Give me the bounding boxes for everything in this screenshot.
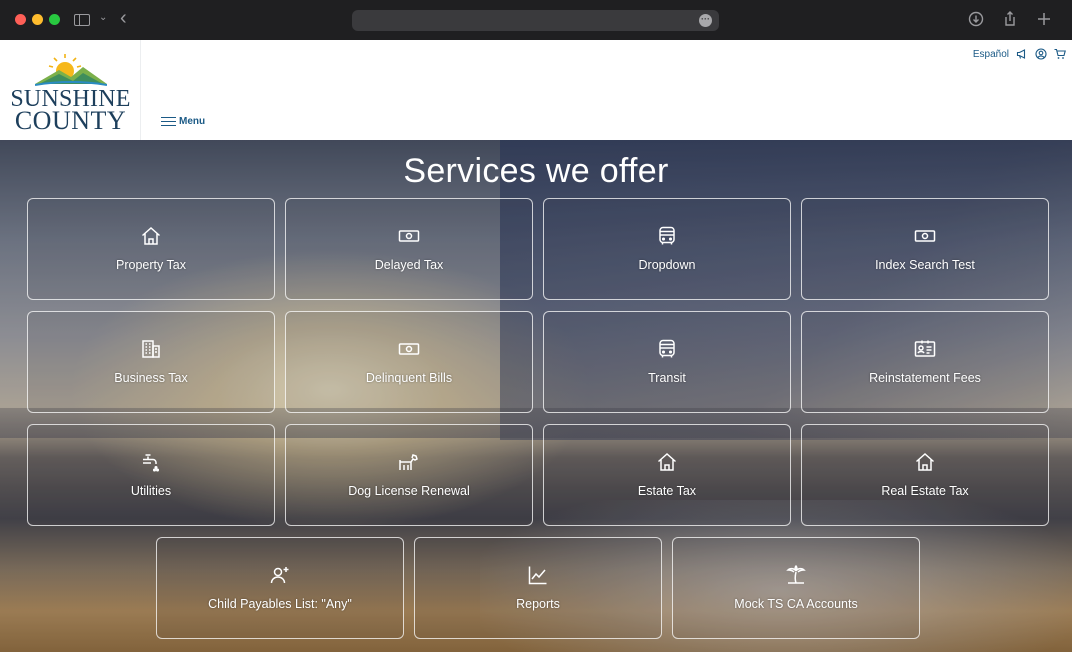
maximize-window-button[interactable] [49,14,60,25]
hamburger-icon [161,117,176,126]
service-card-label: Business Tax [114,371,188,385]
service-card-mock-ts-ca-accounts[interactable]: Mock TS CA Accounts [672,537,920,639]
add-user-icon [270,567,289,584]
service-card-reports[interactable]: Reports [414,537,662,639]
language-link[interactable]: Español [973,49,1009,60]
bus-icon [659,339,675,358]
palm-tree-icon [786,564,806,584]
new-tab-icon[interactable] [1034,9,1054,29]
dog-icon [399,454,418,470]
service-card-label: Property Tax [116,258,186,272]
cash-icon [914,230,936,242]
service-card-child-payables-list[interactable]: Child Payables List: "Any" [156,537,404,639]
sun-mountain-icon [35,54,107,86]
share-icon[interactable] [1000,9,1020,29]
chart-line-icon [528,566,547,585]
cash-icon [398,343,420,355]
service-card-label: Delinquent Bills [365,371,453,385]
service-card-label: Dropdown [638,258,696,272]
utility-links: Español [973,48,1066,60]
faucet-icon [143,454,160,472]
service-card-estate-tax[interactable]: Estate Tax [543,424,791,526]
more-options-icon[interactable]: ··· [699,14,712,27]
id-card-icon [914,340,936,357]
cart-icon[interactable] [1054,48,1066,60]
menu-label: Menu [179,116,206,127]
cash-icon [398,230,420,242]
account-icon[interactable] [1035,48,1047,60]
service-card-reinstatement-fees[interactable]: Reinstatement Fees [801,311,1049,413]
service-card-label: Reports [516,597,560,611]
site-header: SUNSHINE COUNTY Menu Español [0,40,1072,140]
service-card-label: Utilities [130,484,172,498]
hero-section: Services we offer Property Tax Delayed T… [0,140,1072,652]
megaphone-icon[interactable] [1016,48,1028,60]
download-icon[interactable] [966,9,986,29]
house-icon [658,452,676,471]
browser-toolbar: ⌄ ‹ ··· [0,0,1072,40]
sidebar-toggle-icon[interactable] [74,14,90,26]
address-bar[interactable]: ··· [352,10,719,31]
service-card-label: Index Search Test [875,258,975,272]
menu-button[interactable]: Menu [161,116,205,127]
service-card-label: Reinstatement Fees [869,371,981,385]
service-card-label: Child Payables List: "Any" [208,597,352,611]
back-arrow-icon[interactable]: ‹ [120,7,127,30]
service-card-transit[interactable]: Transit [543,311,791,413]
service-card-dog-license-renewal[interactable]: Dog License Renewal [285,424,533,526]
service-card-label: Delayed Tax [374,258,444,272]
house-icon [916,452,934,471]
service-card-real-estate-tax[interactable]: Real Estate Tax [801,424,1049,526]
service-card-index-search-test[interactable]: Index Search Test [801,198,1049,300]
service-card-label: Estate Tax [637,484,697,498]
bus-icon [659,226,675,245]
house-icon [142,226,160,245]
service-card-delayed-tax[interactable]: Delayed Tax [285,198,533,300]
service-card-dropdown[interactable]: Dropdown [543,198,791,300]
service-card-property-tax[interactable]: Property Tax [27,198,275,300]
service-card-label: Transit [648,371,686,385]
building-icon [142,340,160,358]
service-card-label: Dog License Renewal [348,484,470,498]
service-card-delinquent-bills[interactable]: Delinquent Bills [285,311,533,413]
minimize-window-button[interactable] [32,14,43,25]
service-card-label: Real Estate Tax [881,484,969,498]
county-logo[interactable]: SUNSHINE COUNTY [0,40,141,140]
page-title: Services we offer [403,152,669,190]
close-window-button[interactable] [15,14,26,25]
chevron-down-icon[interactable]: ⌄ [99,12,107,23]
service-card-label: Mock TS CA Accounts [734,597,858,611]
service-card-utilities[interactable]: Utilities [27,424,275,526]
logo-text-line2: COUNTY [14,106,127,135]
service-card-business-tax[interactable]: Business Tax [27,311,275,413]
